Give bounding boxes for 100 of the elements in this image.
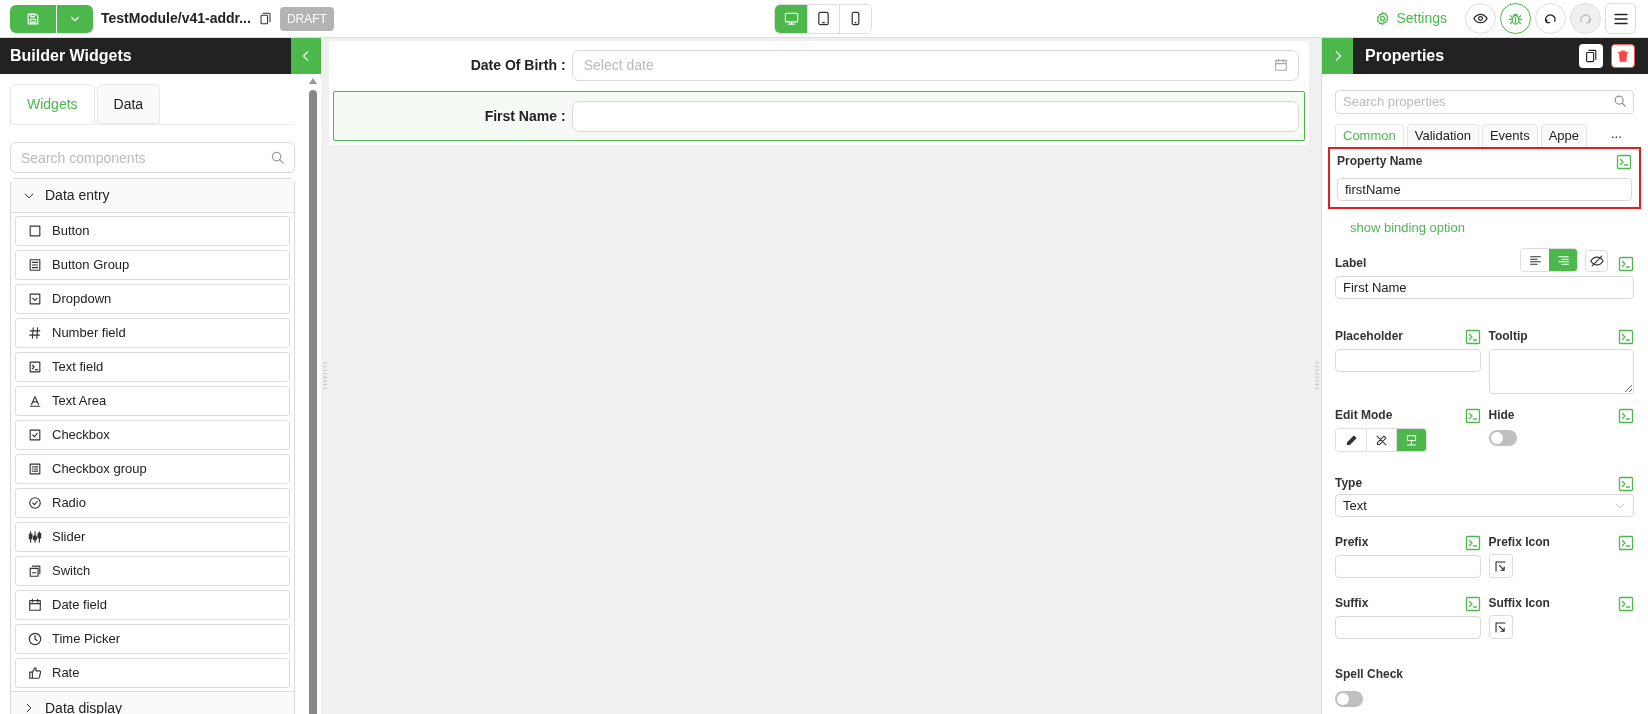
property-tab[interactable]: Events (1481, 123, 1538, 147)
property-label: Tooltip (1488, 328, 1528, 345)
expression-button[interactable] (1616, 153, 1632, 170)
property-tab[interactable]: Validation (1406, 123, 1479, 147)
text-field[interactable] (571, 100, 1299, 132)
terminal-icon (28, 360, 42, 374)
widget-item[interactable]: Time Picker (15, 624, 290, 654)
phone-view-button[interactable] (839, 4, 871, 33)
widget-item[interactable]: Rate (15, 658, 290, 688)
toggle-switch[interactable] (1488, 430, 1517, 446)
widget-item[interactable]: Radio (15, 488, 290, 518)
tooltip-textarea[interactable] (1488, 349, 1634, 394)
suffix-input[interactable] (1335, 616, 1481, 639)
save-button[interactable] (10, 4, 56, 33)
date-field[interactable]: Select date (571, 49, 1299, 81)
widget-item[interactable]: Button Group (15, 250, 290, 280)
property-label: Property Name (1337, 152, 1423, 170)
align-left-icon (1528, 253, 1542, 267)
widget-item[interactable]: Slider (15, 522, 290, 552)
widget-item[interactable]: Checkbox group (15, 454, 290, 484)
toggle-switch[interactable] (1335, 691, 1363, 707)
widget-item[interactable]: Button (15, 216, 290, 246)
eye-off-icon (1589, 254, 1604, 268)
status-badge: DRAFT (279, 6, 334, 31)
widget-item[interactable]: Checkbox (15, 420, 290, 450)
property-tab[interactable]: Appe (1540, 123, 1587, 147)
property-label: Prefix Icon (1488, 534, 1550, 551)
undo-button[interactable] (1535, 3, 1566, 34)
property-label: Placeholder (1335, 328, 1404, 345)
more-tabs-button[interactable]: ... (1611, 124, 1622, 144)
expression-button[interactable] (1464, 329, 1481, 345)
property-name-input[interactable]: firstName (1337, 177, 1632, 201)
property-label: Spell Check (1335, 667, 1404, 681)
text-a-icon (28, 394, 42, 408)
preview-button[interactable] (1465, 3, 1496, 34)
search-icon (270, 150, 285, 165)
property-label: Hide (1488, 407, 1515, 424)
search-field[interactable]: Search components (10, 142, 295, 173)
expression-button[interactable] (1464, 535, 1481, 551)
icon-picker-button[interactable] (1488, 615, 1513, 639)
hash-icon (28, 326, 42, 340)
placeholder-input[interactable] (1335, 349, 1481, 372)
widget-item[interactable]: Dropdown (15, 284, 290, 314)
eye-icon (1473, 11, 1488, 26)
field-label: Date Of Birth (469, 55, 558, 75)
monitor-icon (783, 11, 799, 26)
property-label: Prefix (1335, 534, 1369, 551)
hierarchy-icon (1405, 433, 1418, 447)
expression-button[interactable] (1618, 596, 1634, 612)
expression-button[interactable] (1618, 256, 1634, 272)
property-label: Label (1335, 255, 1367, 272)
form-row[interactable]: First Name : (333, 91, 1305, 141)
label-input[interactable]: First Name (1335, 276, 1634, 299)
expression-button[interactable] (1618, 408, 1634, 424)
property-label: Suffix (1335, 595, 1369, 612)
icon-picker-button[interactable] (1488, 554, 1513, 578)
prefix-input[interactable] (1335, 555, 1481, 578)
sidebar-tab[interactable]: Data (96, 84, 161, 124)
pointer-icon (1494, 559, 1507, 573)
clock-icon (28, 632, 42, 646)
widget-item[interactable]: Text field (15, 352, 290, 382)
expression-button[interactable] (1618, 329, 1634, 345)
group-header[interactable]: Data entry (11, 179, 294, 212)
undo-icon (1543, 11, 1558, 26)
calendar-icon (28, 598, 42, 612)
expression-button[interactable] (1464, 596, 1481, 612)
copy-button[interactable] (258, 11, 272, 26)
expression-button[interactable] (1618, 535, 1634, 551)
align-right-icon (1556, 253, 1570, 267)
widget-item[interactable]: Number field (15, 318, 290, 348)
expression-button[interactable] (1618, 476, 1634, 492)
property-label: Edit Mode (1335, 407, 1393, 424)
menu-button[interactable] (1605, 3, 1636, 34)
copy-icon (258, 11, 272, 26)
redo-icon (1578, 11, 1593, 26)
list-icon (28, 462, 42, 476)
type-select[interactable]: Text (1335, 494, 1634, 517)
terminal-icon (1618, 256, 1634, 272)
terminal-icon (1464, 596, 1481, 612)
terminal-icon (1618, 408, 1634, 424)
square-icon (28, 224, 42, 238)
tablet-icon (816, 11, 831, 26)
duplicate-button[interactable] (1579, 44, 1603, 68)
terminal-icon (1618, 329, 1634, 345)
module-title: TestModule/v41-addr... (101, 9, 251, 28)
search-field[interactable]: Search properties (1335, 89, 1634, 114)
bug-icon (1508, 11, 1523, 26)
save-options-button[interactable] (57, 4, 93, 33)
terminal-icon (1618, 476, 1634, 492)
hide-label-button[interactable] (1585, 250, 1608, 272)
delete-button[interactable] (1611, 44, 1635, 68)
label-colon: : (561, 106, 566, 126)
widget-item[interactable]: Date field (15, 590, 290, 620)
expression-button[interactable] (1464, 408, 1481, 424)
pointer-icon (1494, 620, 1507, 634)
form-row[interactable]: Date Of Birth : Select date (333, 45, 1305, 85)
pencil-icon (1344, 433, 1358, 447)
widget-item[interactable]: Text Area (15, 386, 290, 416)
widget-item[interactable]: Switch (15, 556, 290, 586)
search-icon (1613, 94, 1627, 108)
